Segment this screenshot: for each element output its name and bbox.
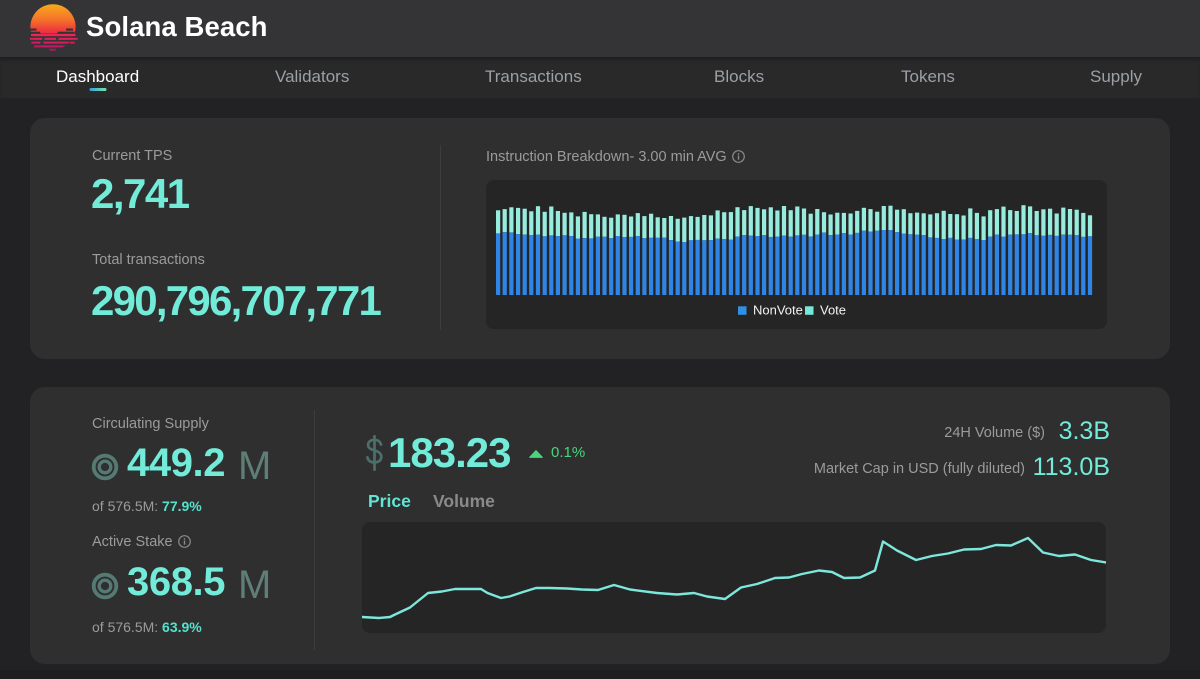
svg-text:Vote: Vote [820, 303, 846, 318]
svg-text:NonVote: NonVote [753, 303, 803, 318]
